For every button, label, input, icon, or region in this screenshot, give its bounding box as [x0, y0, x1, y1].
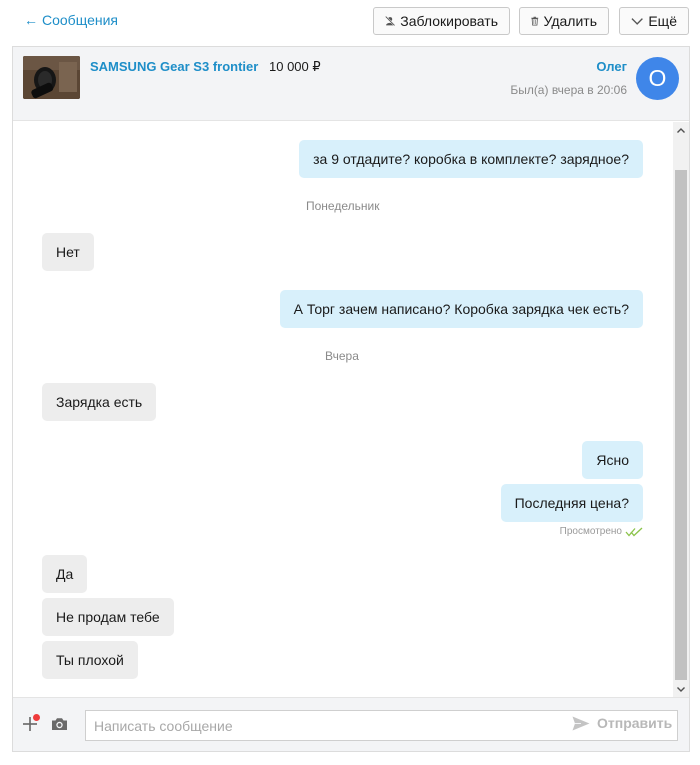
back-link-label: Сообщения — [42, 12, 118, 28]
message-outgoing: за 9 отдадите? коробка в комплекте? заря… — [299, 140, 643, 178]
message-incoming: Да — [42, 555, 88, 593]
send-icon — [572, 716, 590, 730]
message-scrollbar[interactable] — [673, 122, 689, 697]
delete-label: Удалить — [543, 13, 597, 29]
item-title-link[interactable]: SAMSUNG Gear S3 frontier — [90, 59, 258, 74]
day-separator: Вчера — [325, 349, 359, 363]
message-outgoing: Последняя цена? — [500, 484, 643, 522]
last-seen-status: Был(а) вчера в 20:06 — [510, 83, 627, 97]
more-label: Ещё — [648, 13, 677, 29]
block-user-label: Заблокировать — [400, 13, 498, 29]
day-separator: Понедельник — [306, 199, 380, 213]
block-user-icon — [385, 15, 396, 27]
arrow-left-icon: ← — [24, 12, 38, 28]
chevron-down-icon — [631, 17, 643, 25]
delete-button[interactable]: Удалить — [519, 7, 609, 35]
back-to-messages-link[interactable]: ← Сообщения — [24, 12, 118, 28]
message-list: за 9 отдадите? коробка в комплекте? заря… — [13, 122, 673, 697]
scroll-up-arrow[interactable] — [673, 122, 689, 138]
avatar[interactable]: О — [636, 57, 679, 100]
send-label: Отправить — [597, 715, 673, 731]
message-composer: Отправить — [13, 697, 689, 751]
message-incoming: Не продам тебе — [42, 598, 174, 636]
top-toolbar: ← Сообщения Заблокировать Удалить Ещё — [0, 0, 700, 42]
message-incoming: Нет — [42, 233, 94, 271]
trash-icon — [531, 16, 539, 26]
message-incoming: Зарядка есть — [42, 383, 157, 421]
chat-header: SAMSUNG Gear S3 frontier 10 000 ₽ Олег Б… — [13, 47, 689, 121]
read-receipt-label: Просмотрено — [559, 526, 622, 537]
block-user-button[interactable]: Заблокировать — [373, 7, 510, 35]
camera-icon[interactable] — [51, 717, 68, 731]
scroll-down-arrow[interactable] — [673, 681, 689, 697]
message-outgoing: Ясно — [582, 441, 643, 479]
send-button[interactable]: Отправить — [572, 715, 672, 731]
read-receipt: Просмотрено — [560, 526, 643, 537]
double-check-icon — [625, 527, 643, 536]
chat-panel: SAMSUNG Gear S3 frontier 10 000 ₽ Олег Б… — [12, 46, 690, 752]
item-price: 10 000 ₽ — [269, 59, 321, 74]
item-thumbnail[interactable] — [23, 56, 80, 99]
scrollbar-thumb[interactable] — [675, 170, 687, 680]
user-name-link[interactable]: Олег — [596, 59, 627, 74]
message-outgoing: А Торг зачем написано? Коробка зарядка ч… — [279, 290, 643, 328]
more-button[interactable]: Ещё — [619, 7, 689, 35]
message-incoming: Ты плохой — [42, 641, 138, 679]
smartwatch-photo — [23, 56, 80, 99]
notification-dot — [33, 714, 40, 721]
